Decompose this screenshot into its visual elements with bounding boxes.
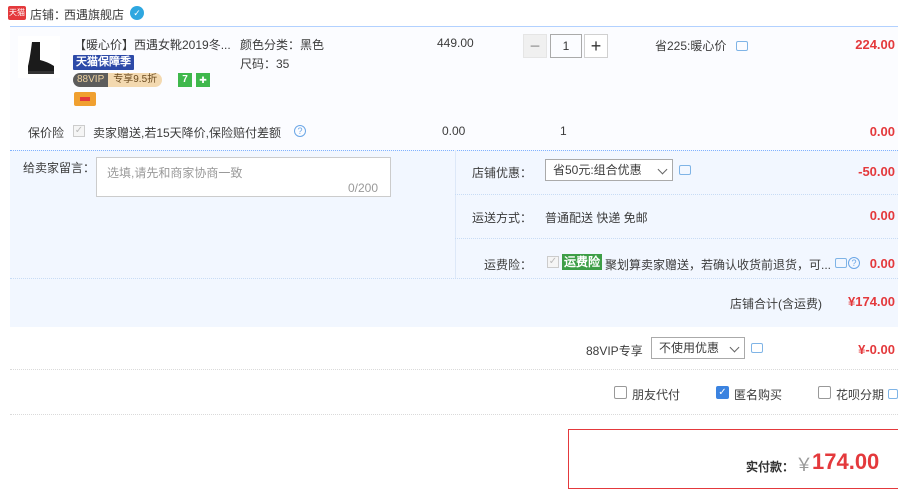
insurance-total: 0.00 — [869, 124, 895, 139]
return-insurance-text: 聚划算卖家赠送，若确认收货前退货，可... — [605, 258, 832, 272]
quantity-minus-button[interactable]: − — [523, 34, 547, 58]
quantity-input[interactable]: 1 — [550, 34, 582, 58]
message-icon[interactable] — [888, 389, 898, 399]
shipping-method: 普通配送 快递 免邮 — [545, 211, 648, 225]
divider — [10, 278, 898, 279]
vip-discount-value: ¥-0.00 — [858, 342, 895, 357]
guarantee-icon: ✚ — [196, 73, 210, 87]
shipping-label: 运送方式： — [472, 211, 533, 225]
shop-name-link[interactable]: 西遇旗舰店 — [64, 6, 124, 23]
seller-message-placeholder: 选填,请先和商家协商一致 — [107, 166, 243, 180]
return-insurance-tag: 运费险 — [562, 254, 603, 270]
anonymous-checkbox[interactable]: ✓ — [716, 386, 729, 399]
chevron-down-icon — [657, 164, 668, 175]
tmall-logo-icon: 天猫 — [8, 6, 26, 20]
vip-discount-select[interactable]: 不使用优惠 — [651, 337, 745, 359]
chevron-down-icon — [729, 342, 740, 353]
shop-label: 店铺： — [30, 8, 67, 22]
huabei-label[interactable]: 花呗分期 — [836, 386, 884, 403]
unit-price: 449.00 — [437, 36, 474, 50]
tmall-guarantee-badge: 天猫保障季 — [73, 55, 134, 70]
sku-color: 颜色分类：黑色 — [240, 38, 325, 52]
shop-discount-selected: 省50元:组合优惠 — [553, 163, 642, 177]
divider — [455, 238, 898, 239]
seller-message-count: 0/200 — [348, 181, 379, 195]
insurance-price: 0.00 — [442, 124, 466, 138]
vip-label: 88VIP专享 — [586, 344, 643, 358]
item-subtotal: 224.00 — [855, 37, 895, 52]
payment-label: 实付款： — [746, 460, 795, 474]
insurance-checkbox: ✓ — [73, 125, 85, 137]
message-icon[interactable] — [679, 165, 691, 175]
credit-card-icon — [74, 92, 96, 106]
seller-message-label: 给卖家留言： — [23, 161, 96, 175]
message-icon[interactable] — [835, 258, 847, 268]
payment-currency: ￥ — [795, 455, 813, 475]
item-discount-label: 省225:暖心价 — [655, 39, 727, 53]
vip-discount-badge: 88VIP 专享9.5折 — [73, 73, 163, 87]
message-icon[interactable] — [751, 343, 763, 353]
product-thumbnail[interactable] — [18, 36, 60, 78]
help-icon[interactable]: ? — [848, 257, 860, 269]
huabei-checkbox[interactable] — [818, 386, 831, 399]
vip-discount-selected: 不使用优惠 — [659, 341, 720, 355]
insurance-text: 卖家赠送,若15天降价,保险赔付差额 — [93, 126, 282, 140]
friend-pay-checkbox[interactable] — [614, 386, 627, 399]
quantity-stepper: − 1 + — [523, 34, 609, 58]
item-discount-text: 省225:暖心价 — [655, 37, 726, 54]
payment-total: 174.00 — [812, 449, 880, 474]
seven-day-return-icon: 7 — [178, 73, 192, 87]
help-icon[interactable]: ? — [294, 125, 306, 137]
friend-pay-label[interactable]: 朋友代付 — [632, 386, 680, 403]
shop-discount-label: 店铺优惠： — [472, 166, 533, 180]
divider — [455, 150, 456, 278]
shop-total-label: 店铺合计(含运费) — [730, 297, 822, 311]
divider — [10, 369, 898, 370]
shop-total-value: ¥174.00 — [848, 294, 895, 309]
product-title-link[interactable]: 【暖心价】西遇女靴2019冬... — [74, 36, 239, 53]
insurance-qty: 1 — [560, 124, 567, 138]
shipping-price: 0.00 — [869, 208, 895, 223]
wangwang-chat-icon[interactable]: ✓ — [130, 6, 144, 20]
anonymous-label[interactable]: 匿名购买 — [734, 386, 782, 403]
return-insurance-checkbox: ✓ — [547, 256, 559, 268]
sku-size: 尺码：35 — [240, 57, 290, 71]
message-icon[interactable] — [736, 41, 748, 51]
return-insurance-label: 运费险： — [484, 258, 533, 272]
divider — [455, 194, 898, 195]
insurance-label: 保价险 — [28, 126, 65, 140]
return-insurance-price: 0.00 — [869, 256, 895, 271]
quantity-plus-button[interactable]: + — [584, 34, 608, 58]
vip-badge-discount: 专享9.5折 — [108, 73, 163, 87]
shop-discount-select[interactable]: 省50元:组合优惠 — [545, 159, 673, 181]
divider — [10, 414, 898, 415]
shop-discount-value: -50.00 — [858, 164, 895, 179]
vip-badge-label: 88VIP — [73, 73, 109, 87]
